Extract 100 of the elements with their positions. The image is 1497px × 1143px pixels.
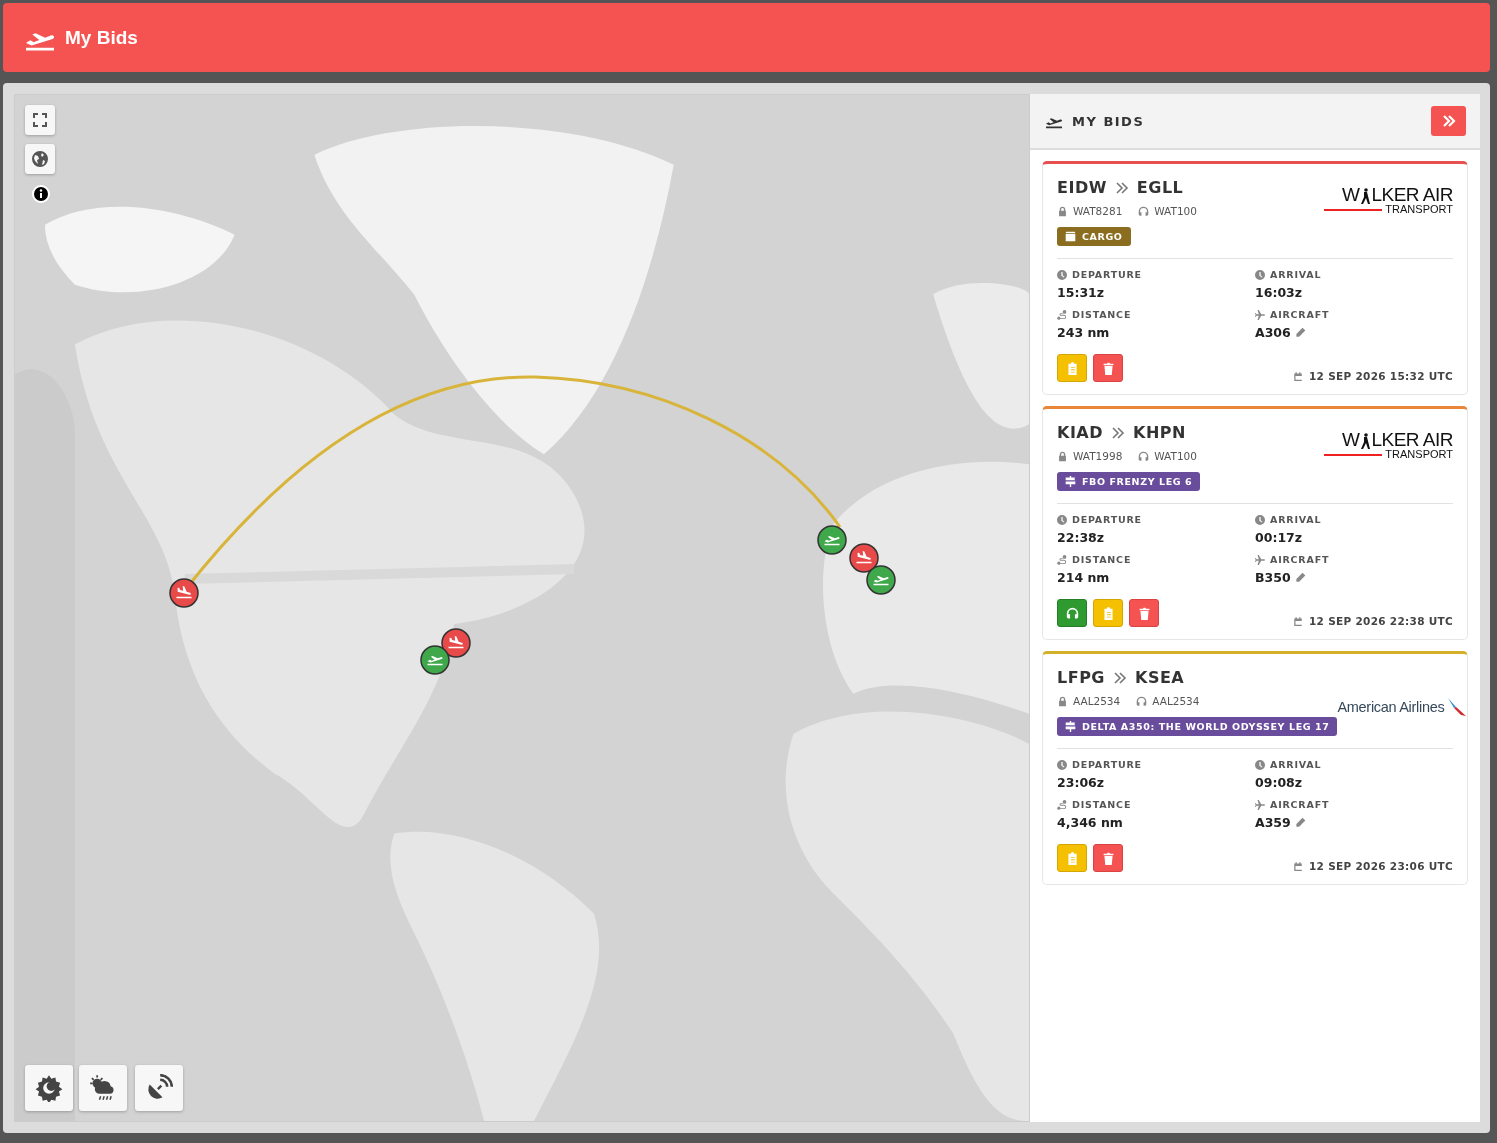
trash-icon <box>1101 851 1115 865</box>
night-mode-button[interactable] <box>25 1065 73 1111</box>
clock-icon <box>1255 514 1265 525</box>
calendar-icon <box>1293 860 1303 872</box>
aircraft-label: AIRCRAFT <box>1270 309 1330 320</box>
sun-moon-icon <box>35 1074 63 1102</box>
aircraft-label: AIRCRAFT <box>1270 554 1330 565</box>
lock-icon <box>1057 695 1068 707</box>
distance-label: DISTANCE <box>1072 799 1132 810</box>
calendar-icon <box>1293 370 1303 382</box>
route-icon <box>1057 799 1067 810</box>
arrival-marker-icon[interactable] <box>169 578 199 608</box>
clipboard-icon <box>1101 606 1115 620</box>
lock-icon <box>1057 450 1068 462</box>
destination-code: EGLL <box>1136 178 1184 197</box>
aircraft-value: A306 <box>1255 325 1291 340</box>
departure-label: DEPARTURE <box>1072 759 1142 770</box>
radar-button[interactable] <box>135 1065 183 1111</box>
departure-marker-icon[interactable] <box>817 525 847 555</box>
airline-logo: W LKER AIR TRANSPORT <box>1324 186 1453 246</box>
aircraft-value: B350 <box>1255 570 1291 585</box>
satellite-dish-icon <box>145 1074 173 1102</box>
callsign: WAT100 <box>1154 450 1197 462</box>
departure-value: 23:06z <box>1057 775 1105 790</box>
plane-icon <box>1255 309 1265 320</box>
arrival-marker-icon[interactable] <box>849 543 879 573</box>
distance-value: 4,346 nm <box>1057 815 1123 830</box>
globe-button[interactable] <box>25 144 55 174</box>
clock-icon <box>1255 759 1265 770</box>
collapse-button[interactable] <box>1431 106 1466 136</box>
arrival-value: 09:08z <box>1255 775 1303 790</box>
clipboard-icon <box>1065 851 1079 865</box>
calendar-icon <box>1293 615 1303 627</box>
trash-icon <box>1137 606 1151 620</box>
flight-tag: CARGO <box>1057 227 1131 246</box>
trash-icon <box>1101 361 1115 375</box>
departure-value: 15:31z <box>1057 285 1105 300</box>
arrival-value: 16:03z <box>1255 285 1303 300</box>
edit-icon[interactable] <box>1294 327 1306 338</box>
bid-date: 12 SEP 2026 15:32 UTC <box>1309 370 1453 382</box>
edit-icon[interactable] <box>1294 817 1306 828</box>
arrival-value: 00:17z <box>1255 530 1303 545</box>
clipboard-icon <box>1065 361 1079 375</box>
departure-label: DEPARTURE <box>1072 514 1142 525</box>
callsign: AAL2534 <box>1152 695 1200 707</box>
flight-tag: DELTA A350: THE WORLD ODYSSEY LEG 17 <box>1057 717 1338 736</box>
arrival-label: ARRIVAL <box>1270 269 1322 280</box>
flight-number: AAL2534 <box>1073 695 1121 707</box>
edit-icon[interactable] <box>1294 572 1306 583</box>
route-icon <box>1057 554 1067 565</box>
callsign: WAT100 <box>1154 205 1197 217</box>
departure-label: DEPARTURE <box>1072 269 1142 280</box>
signpost-icon <box>1065 476 1076 487</box>
origin-code: LFPG <box>1057 668 1105 687</box>
aircraft-value: A359 <box>1255 815 1291 830</box>
distance-value: 214 nm <box>1057 570 1110 585</box>
chevrons-icon <box>1440 113 1457 129</box>
chevron-icon <box>1114 180 1129 195</box>
chevron-icon <box>1111 425 1125 440</box>
bid-date: 12 SEP 2026 23:06 UTC <box>1309 860 1453 872</box>
clock-icon <box>1057 514 1067 525</box>
destination-code: KHPN <box>1133 423 1186 442</box>
info-icon[interactable] <box>32 185 50 203</box>
plane-icon <box>1255 554 1265 565</box>
plane-icon <box>1255 799 1265 810</box>
weather-button[interactable] <box>79 1065 127 1111</box>
headset-icon <box>1136 695 1148 707</box>
fly-button[interactable] <box>1057 599 1087 627</box>
clock-icon <box>1255 269 1265 280</box>
aircraft-label: AIRCRAFT <box>1270 799 1330 810</box>
flight-tag: FBO FRENZY LEG 6 <box>1057 472 1201 491</box>
signpost-icon <box>1065 721 1076 732</box>
destination-code: KSEA <box>1135 668 1185 687</box>
origin-code: KIAD <box>1057 423 1103 442</box>
sidebar-title: MY BIDS <box>1072 113 1146 129</box>
delete-button[interactable] <box>1093 844 1123 872</box>
route-icon <box>1057 309 1067 320</box>
flight-number: WAT1998 <box>1073 450 1123 462</box>
bid-date: 12 SEP 2026 22:38 UTC <box>1309 615 1453 627</box>
distance-label: DISTANCE <box>1072 309 1132 320</box>
departure-marker-icon[interactable] <box>866 565 896 595</box>
box-icon <box>1065 231 1076 242</box>
arrival-label: ARRIVAL <box>1270 759 1322 770</box>
headset-icon <box>1138 450 1150 462</box>
departure-marker-icon[interactable] <box>420 645 450 675</box>
arrival-label: ARRIVAL <box>1270 514 1322 525</box>
page-title: My Bids <box>65 26 138 49</box>
headset-icon <box>1065 606 1079 620</box>
clock-icon <box>1057 269 1067 280</box>
airline-logo: American Airlines <box>1337 678 1469 736</box>
fullscreen-icon <box>32 112 48 128</box>
chevron-icon <box>1113 670 1127 685</box>
airline-logo: W LKER AIR TRANSPORT <box>1324 431 1453 491</box>
origin-code: EIDW <box>1057 178 1107 197</box>
headset-icon <box>1138 205 1150 217</box>
fullscreen-button[interactable] <box>25 105 55 135</box>
distance-value: 243 nm <box>1057 325 1110 340</box>
flight-number: WAT8281 <box>1073 205 1123 217</box>
delete-button[interactable] <box>1129 599 1159 627</box>
delete-button[interactable] <box>1093 354 1123 382</box>
